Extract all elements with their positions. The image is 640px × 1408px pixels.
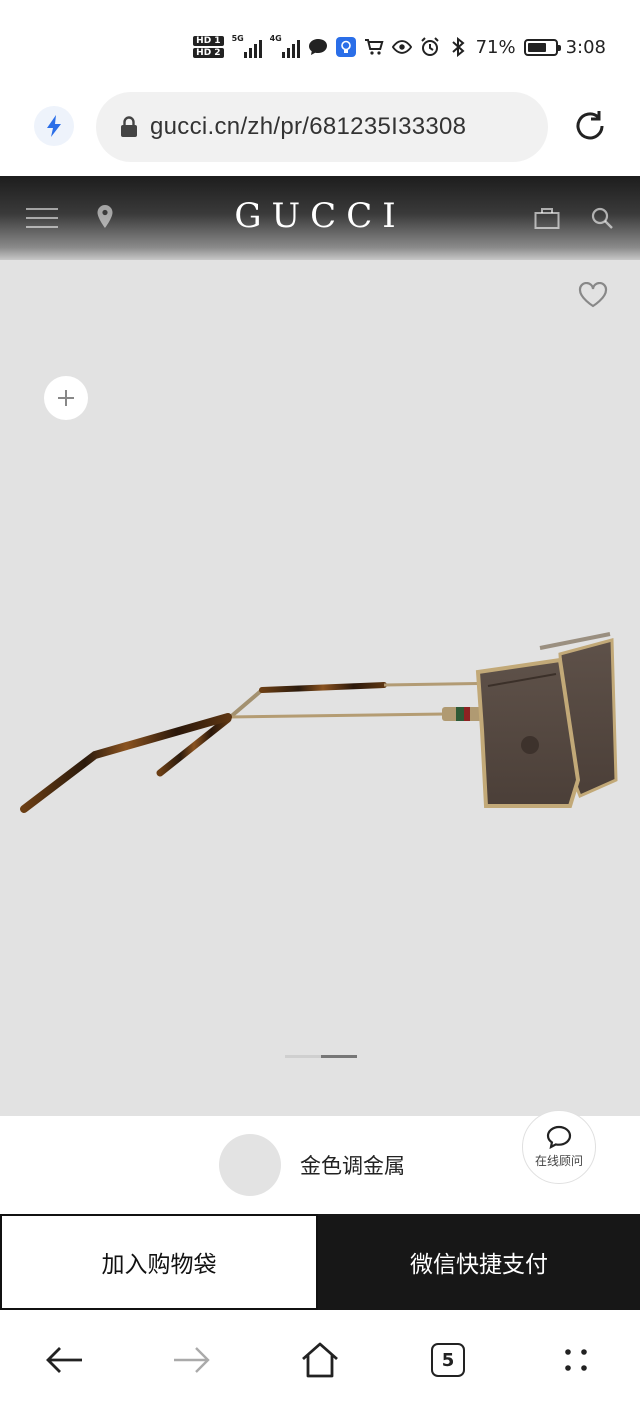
carousel-dot-2[interactable] (321, 1055, 357, 1058)
chat-bubble-icon (546, 1125, 572, 1149)
hd-badges: HD 1 HD 2 (193, 36, 224, 58)
network-4g-label: 4G (269, 34, 282, 43)
reload-icon[interactable] (570, 106, 610, 146)
heart-wishlist-icon[interactable] (578, 281, 608, 312)
message-icon (308, 37, 328, 57)
wechat-pay-button[interactable]: 微信快捷支付 (318, 1214, 640, 1310)
online-advisor-button[interactable]: 在线顾问 (522, 1110, 596, 1184)
bluetooth-icon (448, 37, 468, 57)
url-field[interactable]: gucci.cn/zh/pr/681235I33308 (96, 92, 548, 162)
hd1-badge: HD 1 (193, 36, 224, 46)
status-icons: HD 1 HD 2 5G 4G 71% 3:08 (193, 30, 606, 64)
variant-label: 金色调金属 (300, 1154, 405, 1178)
battery-percent: 71% (475, 36, 516, 58)
lightning-icon[interactable] (34, 106, 74, 146)
eye-icon (391, 37, 412, 57)
network-5g-label: 5G (231, 34, 244, 43)
battery-icon (523, 38, 561, 56)
url-text: gucci.cn/zh/pr/681235I33308 (150, 113, 467, 140)
browser-bottom-nav: 5 (0, 1310, 640, 1408)
cart-notification-icon (364, 37, 384, 57)
status-bar: HD 1 HD 2 5G 4G 71% 3:08 (0, 0, 640, 84)
product-image-carousel[interactable] (0, 260, 640, 1116)
color-swatch[interactable] (219, 1134, 281, 1196)
carousel-dot-1[interactable] (285, 1055, 321, 1058)
forward-arrow-icon[interactable] (170, 1338, 214, 1382)
site-header: GUCCI (0, 176, 640, 260)
back-arrow-icon[interactable] (42, 1338, 86, 1382)
lock-icon (120, 116, 138, 138)
online-advisor-label: 在线顾问 (534, 1154, 583, 1168)
purchase-actions: 加入购物袋 微信快捷支付 (0, 1214, 640, 1310)
tabs-count: 5 (431, 1343, 465, 1377)
battery-fill (527, 42, 547, 52)
shopping-bag-icon[interactable] (534, 206, 560, 230)
search-icon[interactable] (590, 206, 614, 230)
signal-4g-icon: 4G (269, 34, 300, 58)
add-to-bag-button[interactable]: 加入购物袋 (0, 1214, 318, 1310)
tabs-button[interactable]: 5 (426, 1338, 470, 1382)
plus-icon (58, 390, 74, 406)
browser-address-bar: gucci.cn/zh/pr/681235I33308 (0, 84, 640, 176)
sunglasses-image (20, 632, 618, 813)
more-menu-icon[interactable] (554, 1338, 598, 1382)
signal-5g-icon: 5G (231, 34, 262, 58)
variant-selector: 金色调金属 在线顾问 (0, 1110, 640, 1212)
alarm-icon (420, 37, 440, 57)
bulb-app-icon (335, 37, 356, 57)
hd2-badge: HD 2 (193, 48, 224, 58)
zoom-plus-button[interactable] (44, 376, 88, 420)
home-icon[interactable] (298, 1338, 342, 1382)
carousel-indicator (285, 1055, 357, 1058)
clock: 3:08 (565, 36, 606, 58)
